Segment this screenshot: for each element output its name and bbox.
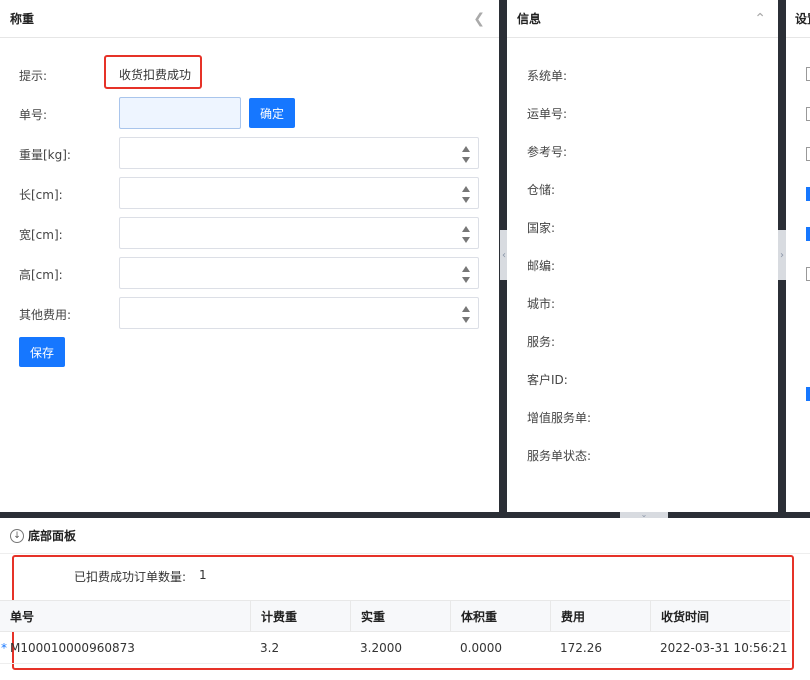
spin-up-icon[interactable] — [462, 186, 470, 192]
info-panel-header: 信息 ⌃ — [507, 0, 778, 38]
info-reference-no: 参考号: — [527, 145, 568, 159]
collapse-down-icon[interactable]: ↓ — [10, 528, 24, 543]
cell-volume-weight: 0.0000 — [460, 640, 502, 655]
width-label: 宽[cm]: — [19, 228, 63, 242]
other-fee-input[interactable] — [119, 297, 479, 329]
col-fee[interactable]: 费用 — [550, 601, 650, 631]
hint-value: 收货扣费成功 — [119, 68, 192, 82]
bottom-panel: ↓ 底部面板 已扣费成功订单数量: 1 单号 计费重 实重 体积重 费用 收货时… — [0, 518, 810, 680]
spin-down-icon[interactable] — [462, 157, 470, 163]
spin-up-icon[interactable] — [462, 226, 470, 232]
info-tracking-no: 运单号: — [527, 107, 568, 121]
length-input[interactable] — [119, 177, 479, 209]
order-input[interactable] — [119, 97, 241, 129]
info-service: 服务: — [527, 335, 556, 349]
weigh-panel-header: 称重 ❮ — [0, 0, 499, 38]
setting-checkbox[interactable] — [806, 107, 810, 121]
spin-down-icon[interactable] — [462, 277, 470, 283]
weight-input[interactable] — [119, 137, 479, 169]
length-row: 长[cm]: — [0, 177, 499, 209]
info-customer-id: 客户ID: — [527, 373, 568, 387]
setting-checkbox[interactable] — [806, 147, 810, 161]
info-vas-order: 增值服务单: — [527, 411, 592, 425]
save-button[interactable]: 保存 — [19, 337, 65, 367]
weigh-panel: 称重 ❮ 提示: 收货扣费成功 单号: 确定 重量[kg]: 长[cm]: 宽[… — [0, 0, 499, 512]
spin-down-icon[interactable] — [462, 237, 470, 243]
cell-receive-time: 2022-03-31 10:56:21 — [660, 640, 788, 655]
spin-up-icon[interactable] — [462, 306, 470, 312]
count-label: 已扣费成功订单数量: — [74, 570, 187, 584]
setting-checkbox[interactable] — [806, 387, 810, 401]
table-row[interactable]: * M100010000960873 3.2 3.2000 0.0000 172… — [0, 632, 790, 664]
setting-checkbox[interactable] — [806, 267, 810, 281]
setting-checkbox[interactable] — [806, 227, 810, 241]
col-receive-time[interactable]: 收货时间 — [650, 601, 790, 631]
settings-panel-header: 设置 — [786, 0, 810, 38]
hint-row: 提示: — [0, 58, 499, 90]
bottom-panel-header: ↓ 底部面板 — [0, 518, 810, 554]
count-value: 1 — [199, 568, 207, 582]
height-row: 高[cm]: — [0, 257, 499, 289]
other-fee-row: 其他费用: — [0, 297, 499, 329]
order-label: 单号: — [19, 108, 48, 122]
length-label: 长[cm]: — [19, 188, 63, 202]
other-fee-label: 其他费用: — [19, 308, 72, 322]
confirm-button[interactable]: 确定 — [249, 98, 295, 128]
table-header: 单号 计费重 实重 体积重 费用 收货时间 — [0, 600, 790, 632]
cell-actual-weight: 3.2000 — [360, 640, 402, 655]
right-splitter-handle[interactable]: › — [778, 230, 786, 280]
spin-up-icon[interactable] — [462, 266, 470, 272]
setting-checkbox[interactable] — [806, 187, 810, 201]
col-charge-weight[interactable]: 计费重 — [250, 601, 350, 631]
bottom-panel-title: 底部面板 — [28, 529, 77, 543]
spin-down-icon[interactable] — [462, 317, 470, 323]
height-label: 高[cm]: — [19, 268, 63, 282]
settings-panel-title: 设置 — [795, 12, 810, 26]
weight-row: 重量[kg]: — [0, 137, 499, 169]
setting-checkbox[interactable] — [806, 67, 810, 81]
settings-panel: 设置 — [786, 0, 810, 512]
cell-order-no: M100010000960873 — [10, 640, 135, 655]
height-input[interactable] — [119, 257, 479, 289]
width-input[interactable] — [119, 217, 479, 249]
info-postcode: 邮编: — [527, 259, 556, 273]
order-row: 单号: 确定 — [0, 97, 499, 129]
info-service-status: 服务单状态: — [527, 449, 592, 463]
info-warehouse: 仓储: — [527, 183, 556, 197]
info-panel-title: 信息 — [517, 12, 542, 26]
weight-label: 重量[kg]: — [19, 148, 71, 162]
spin-down-icon[interactable] — [462, 197, 470, 203]
col-order-no[interactable]: 单号 — [0, 601, 250, 631]
col-volume-weight[interactable]: 体积重 — [450, 601, 550, 631]
info-system-order: 系统单: — [527, 69, 568, 83]
hint-label: 提示: — [19, 69, 48, 83]
spin-up-icon[interactable] — [462, 146, 470, 152]
chevron-left-icon[interactable]: ❮ — [473, 11, 485, 27]
info-panel: 信息 ⌃ 系统单: 运单号: 参考号: 仓储: 国家: 邮编: 城市: 服务: … — [507, 0, 778, 512]
width-row: 宽[cm]: — [0, 217, 499, 249]
cell-fee: 172.26 — [560, 640, 602, 655]
info-country: 国家: — [527, 221, 556, 235]
chevron-up-icon[interactable]: ⌃ — [754, 11, 766, 27]
info-city: 城市: — [527, 297, 556, 311]
cell-charge-weight: 3.2 — [260, 640, 280, 655]
weigh-panel-title: 称重 — [10, 12, 35, 26]
col-actual-weight[interactable]: 实重 — [350, 601, 450, 631]
